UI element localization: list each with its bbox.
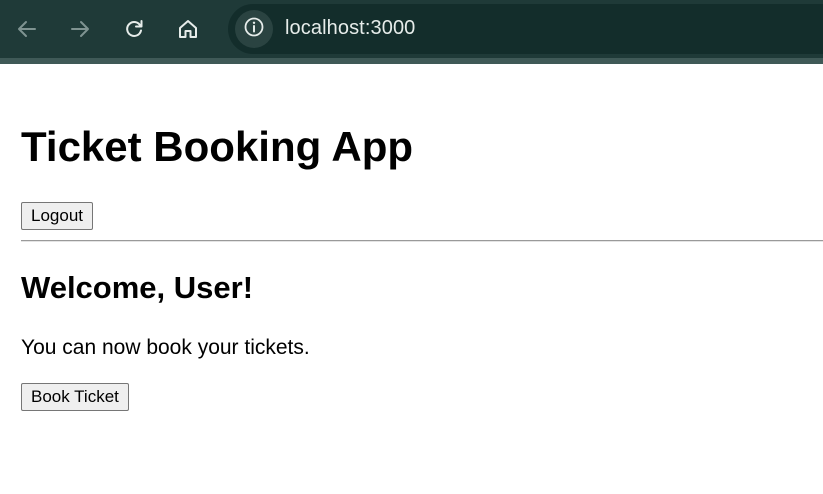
welcome-message: You can now book your tickets. [21, 336, 310, 359]
arrow-right-icon [69, 18, 91, 40]
browser-toolbar: localhost:3000 [0, 0, 823, 64]
reload-button[interactable] [116, 11, 152, 47]
reload-icon [123, 18, 145, 40]
site-info-button[interactable] [235, 10, 273, 48]
arrow-left-icon [16, 18, 38, 40]
welcome-heading: Welcome, User! [21, 270, 254, 305]
divider [21, 240, 823, 242]
url-text[interactable]: localhost:3000 [285, 16, 415, 40]
home-icon [177, 18, 199, 40]
address-bar[interactable]: localhost:3000 [228, 4, 823, 54]
page-content: Ticket Booking App Logout Welcome, User!… [0, 64, 823, 494]
page-title: Ticket Booking App [21, 123, 414, 170]
info-icon [243, 16, 265, 43]
logout-button[interactable]: Logout [21, 202, 93, 230]
forward-button[interactable] [62, 11, 98, 47]
home-button[interactable] [170, 11, 206, 47]
back-button[interactable] [9, 11, 45, 47]
book-ticket-button[interactable]: Book Ticket [21, 383, 129, 411]
